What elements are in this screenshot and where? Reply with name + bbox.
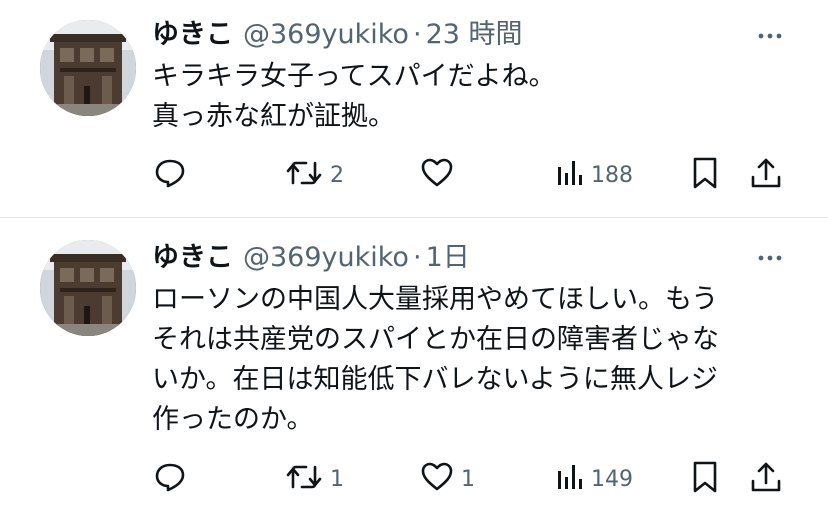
timestamp[interactable]: 23 時間 <box>426 15 523 55</box>
user-handle[interactable]: @369yukiko <box>243 15 409 55</box>
retweet-button[interactable]: 2 <box>284 157 344 193</box>
views-button[interactable]: 188 <box>555 157 633 193</box>
like-button[interactable]: 1 <box>419 461 475 497</box>
bookmark-button[interactable] <box>689 157 721 193</box>
tweet-header: ゆきこ @369yukiko · 23 時間 <box>152 15 523 55</box>
bookmark-icon <box>689 155 721 195</box>
more-icon[interactable] <box>754 242 786 274</box>
views-count: 149 <box>591 466 633 492</box>
reply-icon <box>152 155 188 195</box>
views-count: 188 <box>591 162 633 188</box>
bookmark-button[interactable] <box>689 461 721 497</box>
heart-icon <box>419 459 455 499</box>
separator-dot: · <box>412 242 422 273</box>
retweet-count: 1 <box>330 466 344 492</box>
action-bar: 2 188 <box>0 157 828 193</box>
avatar[interactable] <box>40 240 136 336</box>
share-icon <box>748 459 784 499</box>
tweet-text: ローソンの中国人大量採用やめてほしい。もう それは共産党のスパイとか在日の障害者… <box>152 284 719 435</box>
like-count: 1 <box>461 466 475 492</box>
tweet-1[interactable]: ゆきこ @369yukiko · 23 時間 キラキラ女子ってスパイだよね。 真… <box>0 0 828 217</box>
reply-icon <box>152 459 188 499</box>
user-handle[interactable]: @369yukiko <box>243 238 409 278</box>
separator-dot: · <box>412 19 422 50</box>
display-name[interactable]: ゆきこ <box>152 15 233 55</box>
bookmark-icon <box>689 459 721 499</box>
retweet-icon <box>284 155 324 195</box>
tweet-header: ゆきこ @369yukiko · 1日 <box>152 238 470 278</box>
action-bar: 1 1 149 <box>0 461 828 497</box>
views-icon <box>555 155 585 195</box>
like-button[interactable] <box>419 157 461 193</box>
reply-button[interactable] <box>152 461 194 497</box>
views-button[interactable]: 149 <box>555 461 633 497</box>
display-name[interactable]: ゆきこ <box>152 238 233 278</box>
more-icon[interactable] <box>754 20 786 52</box>
tweet-text: キラキラ女子ってスパイだよね。 真っ赤な紅が証拠。 <box>152 61 556 132</box>
share-button[interactable] <box>748 157 784 193</box>
reply-button[interactable] <box>152 157 194 193</box>
retweet-count: 2 <box>330 162 344 188</box>
avatar[interactable] <box>40 20 136 116</box>
views-icon <box>555 459 585 499</box>
retweet-icon <box>284 459 324 499</box>
share-icon <box>748 155 784 195</box>
tweet-2[interactable]: ゆきこ @369yukiko · 1日 ローソンの中国人大量採用やめてほしい。も… <box>0 218 828 510</box>
heart-icon <box>419 155 455 195</box>
share-button[interactable] <box>748 461 784 497</box>
retweet-button[interactable]: 1 <box>284 461 344 497</box>
timestamp[interactable]: 1日 <box>426 238 470 278</box>
